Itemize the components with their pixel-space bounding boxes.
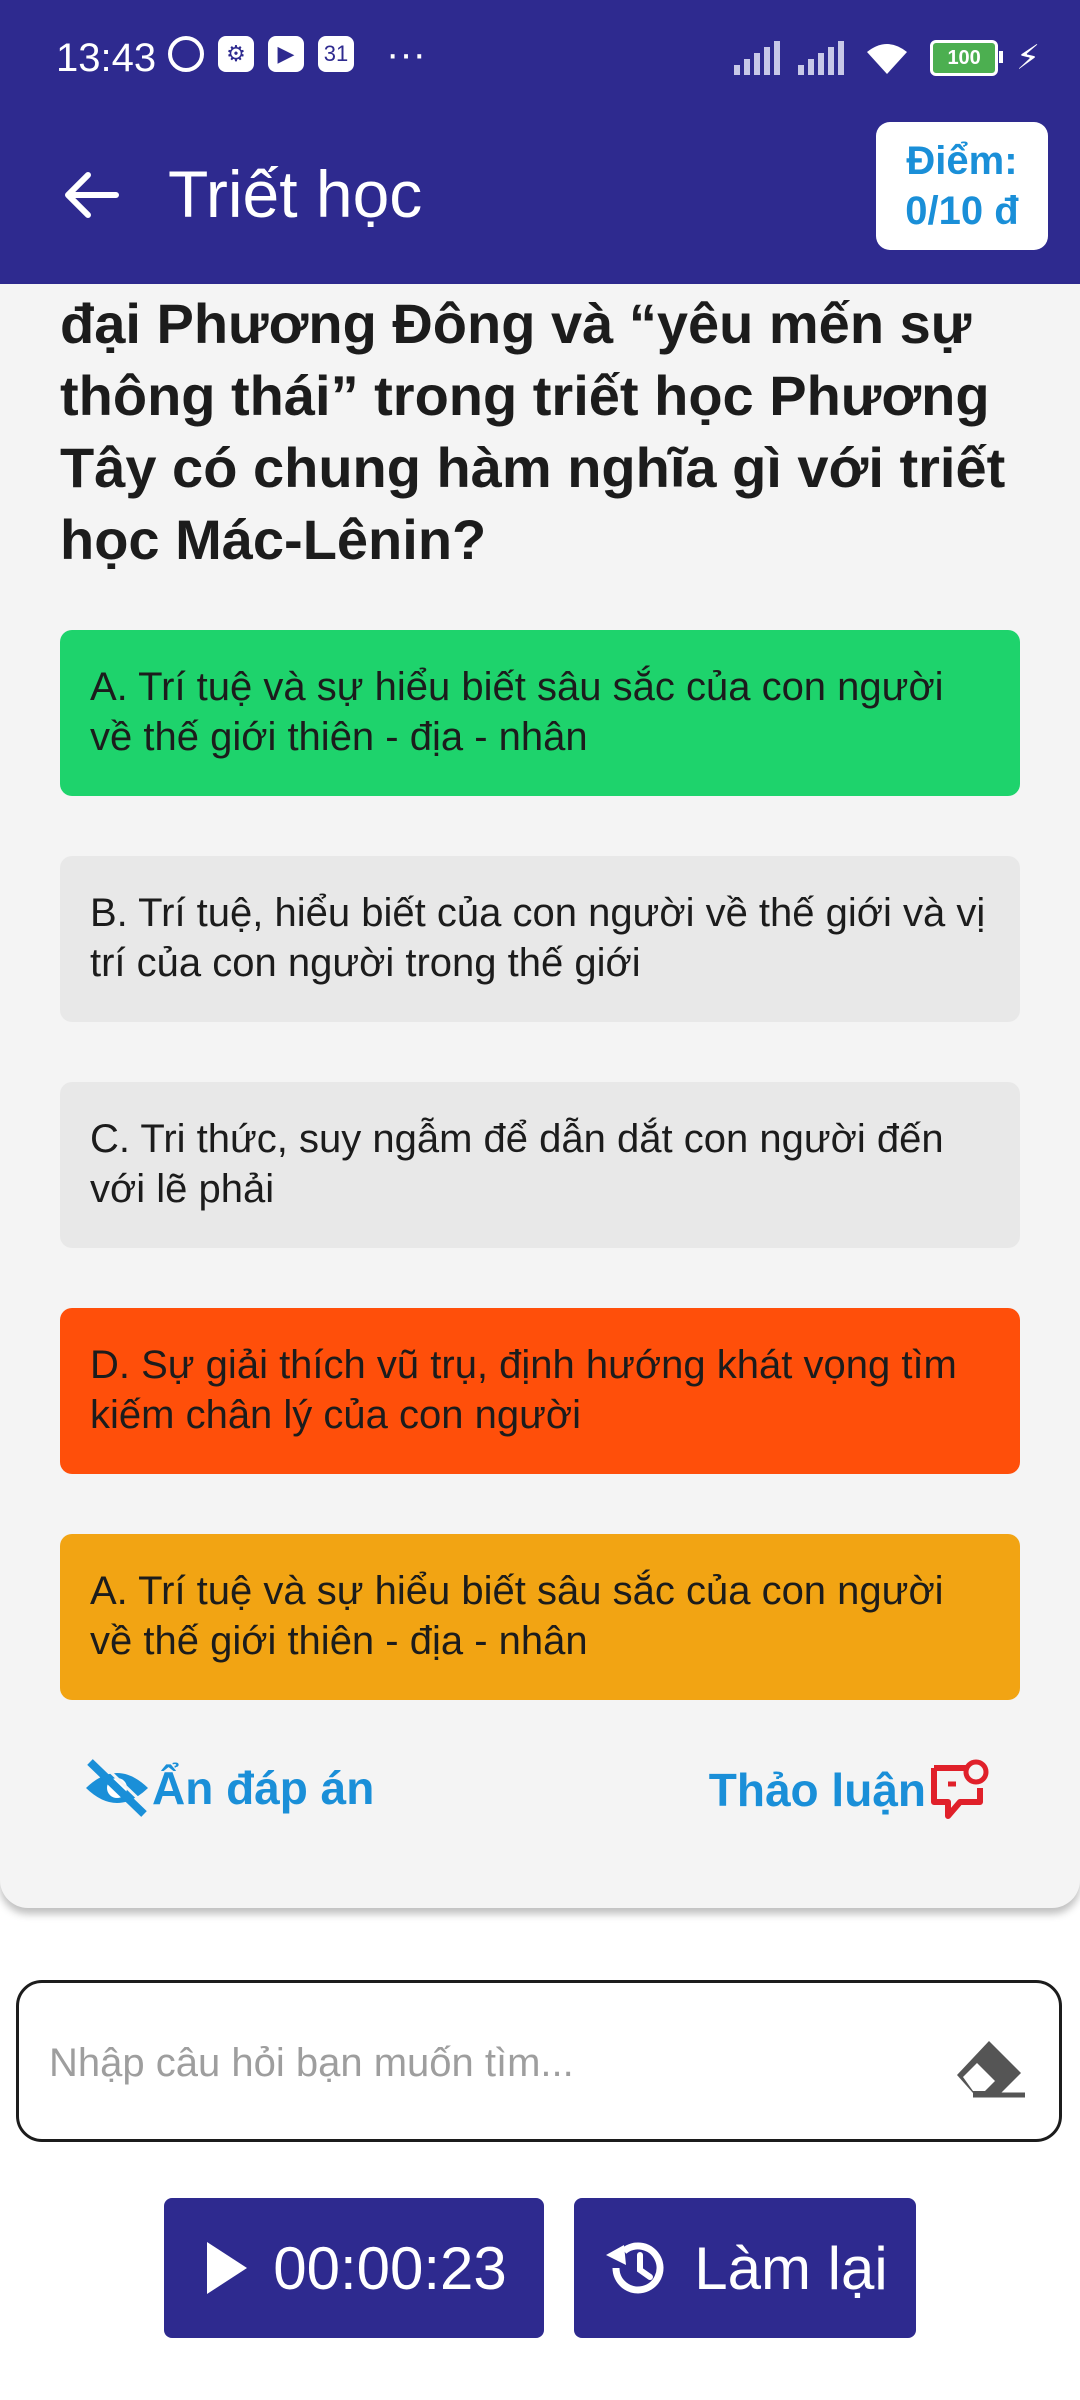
signal-icon-2 <box>798 41 845 75</box>
score-badge: Điểm: 0/10 đ <box>876 122 1048 250</box>
timer-label: 00:00:23 <box>273 2234 507 2302</box>
play-store-icon: ▶ <box>268 36 304 72</box>
signal-icon <box>734 41 781 75</box>
score-label: Điểm: <box>906 139 1018 183</box>
option-c[interactable]: C. Tri thức, suy ngẫm để dẫn dắt con ngư… <box>60 1082 1020 1248</box>
eye-off-icon <box>86 1758 151 1817</box>
comment-alert-icon <box>931 1759 989 1819</box>
hide-answer-button[interactable]: Ẩn đáp án <box>82 1758 374 1818</box>
charging-icon: ⚡ <box>1016 39 1040 77</box>
discuss-label: Thảo luận <box>708 1764 926 1816</box>
option-b[interactable]: B. Trí tuệ, hiểu biết của con người về t… <box>60 856 1020 1022</box>
calendar-icon: 31 <box>318 36 354 72</box>
battery-icon: 100 <box>930 40 1004 76</box>
question-card: đại Phương Đông và “yêu mến sự thông thá… <box>0 284 1080 1908</box>
notification-icons: ⚙ ▶ 31 ··· <box>168 32 426 76</box>
eraser-icon[interactable] <box>949 2031 1029 2101</box>
alarm-icon <box>168 36 204 72</box>
correct-answer-box: A. Trí tuệ và sự hiểu biết sâu sắc của c… <box>60 1534 1020 1700</box>
status-bar: 13:43 ⚙ ▶ 31 ··· 100 ⚡ <box>0 0 1080 118</box>
discuss-button[interactable]: Thảo luận <box>709 1758 990 1822</box>
timer-button[interactable]: 00:00:23 <box>164 2198 544 2338</box>
status-time: 13:43 <box>56 36 157 80</box>
page-title: Triết học <box>168 157 423 231</box>
settings-app-icon: ⚙ <box>218 36 254 72</box>
search-input[interactable] <box>47 2029 931 2097</box>
play-icon <box>207 2242 248 2294</box>
option-a[interactable]: A. Trí tuệ và sự hiểu biết sâu sắc của c… <box>60 630 1020 796</box>
search-box <box>16 1980 1062 2142</box>
system-icons: 100 ⚡ <box>734 38 1040 78</box>
more-notifications-icon: ··· <box>386 32 426 76</box>
redo-label: Làm lại <box>694 2234 888 2302</box>
hide-answer-label: Ẩn đáp án <box>152 1762 375 1814</box>
score-value: 0/10 đ <box>905 189 1019 233</box>
redo-button[interactable]: Làm lại <box>574 2198 916 2338</box>
wifi-icon <box>867 44 908 74</box>
option-d[interactable]: D. Sự giải thích vũ trụ, định hướng khát… <box>60 1308 1020 1474</box>
back-arrow-icon[interactable] <box>56 160 126 230</box>
app-bar: Triết học Điểm: 0/10 đ <box>0 118 1080 284</box>
history-icon <box>606 2242 664 2294</box>
question-text: đại Phương Đông và “yêu mến sự thông thá… <box>60 292 1006 571</box>
